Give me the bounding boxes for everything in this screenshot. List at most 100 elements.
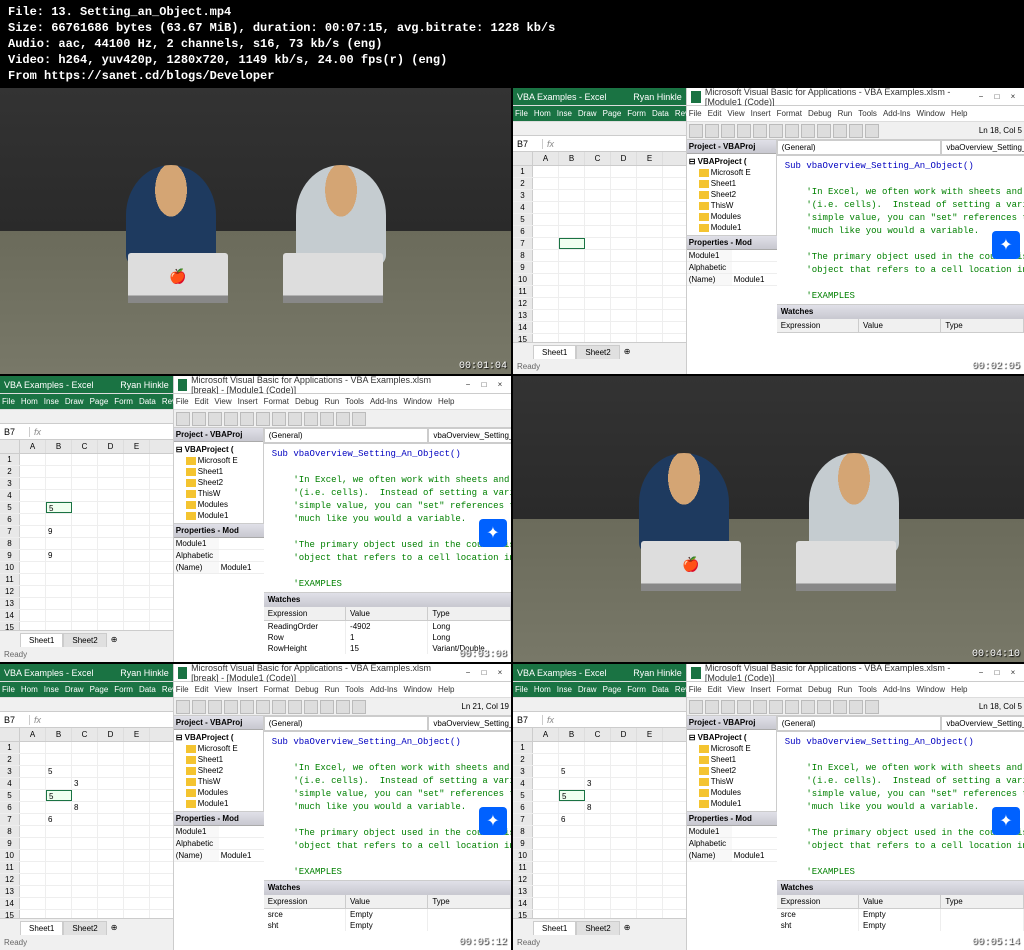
- cell-b6[interactable]: [46, 802, 72, 813]
- toolbar-button-4[interactable]: [240, 412, 254, 426]
- cell-c8[interactable]: [72, 538, 98, 549]
- cell-d5[interactable]: [611, 214, 637, 225]
- col-header-E[interactable]: E: [124, 728, 150, 741]
- row-header-5[interactable]: 5: [0, 502, 20, 513]
- row-header-4[interactable]: 4: [0, 490, 20, 501]
- toolbar-button-9[interactable]: [320, 700, 334, 714]
- toolbar-button-10[interactable]: [849, 124, 863, 138]
- cell-e4[interactable]: [637, 778, 663, 789]
- cell-b9[interactable]: [559, 262, 585, 273]
- cell-d11[interactable]: [98, 862, 124, 873]
- cell-e3[interactable]: [637, 190, 663, 201]
- sheet-tab-sheet2[interactable]: Sheet2: [576, 921, 619, 935]
- cell-d6[interactable]: [611, 226, 637, 237]
- cell-a13[interactable]: [533, 310, 559, 321]
- cell-c2[interactable]: [72, 754, 98, 765]
- cell-b5[interactable]: 5: [46, 502, 72, 513]
- cell-c15[interactable]: [585, 334, 611, 342]
- tree-item[interactable]: ThisW: [689, 776, 774, 787]
- excel-menu-data[interactable]: Data: [139, 397, 156, 406]
- toolbar-button-2[interactable]: [208, 700, 222, 714]
- vba-menu-view[interactable]: View: [727, 109, 744, 118]
- cell-d15[interactable]: [611, 334, 637, 342]
- cell-d12[interactable]: [98, 874, 124, 885]
- cell-c3[interactable]: [585, 766, 611, 777]
- cell-c15[interactable]: [72, 910, 98, 918]
- cell-e7[interactable]: [637, 238, 663, 249]
- watch-col-value[interactable]: Value: [346, 607, 428, 620]
- cell-d1[interactable]: [611, 742, 637, 753]
- procedure-dropdown[interactable]: vbaOverview_Setting_An_Object: [428, 428, 511, 443]
- maximize-button[interactable]: □: [477, 667, 491, 679]
- sheet-tab-sheet1[interactable]: Sheet1: [20, 633, 63, 647]
- toolbar-button-9[interactable]: [320, 412, 334, 426]
- row-header-7[interactable]: 7: [0, 526, 20, 537]
- cell-c6[interactable]: 8: [72, 802, 98, 813]
- cell-d10[interactable]: [611, 274, 637, 285]
- code-body[interactable]: Sub vbaOverview_Setting_An_Object() 'In …: [777, 732, 1024, 880]
- cell-a12[interactable]: [20, 874, 46, 885]
- cell-c9[interactable]: [585, 838, 611, 849]
- cell-e9[interactable]: [124, 838, 150, 849]
- row-header-2[interactable]: 2: [0, 754, 20, 765]
- cell-a1[interactable]: [20, 742, 46, 753]
- cell-b6[interactable]: [559, 802, 585, 813]
- row-header-2[interactable]: 2: [513, 178, 533, 189]
- cell-d3[interactable]: [98, 766, 124, 777]
- row-header-15[interactable]: 15: [0, 910, 20, 918]
- cell-reference[interactable]: B7: [513, 715, 543, 725]
- cell-c13[interactable]: [585, 886, 611, 897]
- watch-col-type[interactable]: Type: [941, 895, 1023, 908]
- cell-c5[interactable]: [72, 502, 98, 513]
- watch-col-expression[interactable]: Expression: [777, 319, 859, 332]
- cell-a3[interactable]: [20, 766, 46, 777]
- cell-e1[interactable]: [637, 742, 663, 753]
- cell-a7[interactable]: [20, 814, 46, 825]
- toolbar-button-2[interactable]: [721, 124, 735, 138]
- watch-col-expression[interactable]: Expression: [777, 895, 859, 908]
- cell-d15[interactable]: [611, 910, 637, 918]
- cell-e2[interactable]: [124, 466, 150, 477]
- toolbar-button-8[interactable]: [817, 124, 831, 138]
- cell-b13[interactable]: [559, 886, 585, 897]
- cell-e6[interactable]: [637, 802, 663, 813]
- cell-a1[interactable]: [533, 742, 559, 753]
- col-header-B[interactable]: B: [559, 728, 585, 741]
- cell-c4[interactable]: [585, 202, 611, 213]
- cell-c15[interactable]: [585, 910, 611, 918]
- cell-b2[interactable]: [46, 466, 72, 477]
- minimize-button[interactable]: −: [974, 91, 988, 103]
- cell-b15[interactable]: [559, 334, 585, 342]
- cell-e11[interactable]: [124, 574, 150, 585]
- vba-menu-file[interactable]: File: [689, 685, 702, 694]
- cell-e1[interactable]: [124, 742, 150, 753]
- cell-b4[interactable]: [46, 778, 72, 789]
- row-header-1[interactable]: 1: [0, 454, 20, 465]
- cell-a14[interactable]: [533, 322, 559, 333]
- close-button[interactable]: ×: [493, 667, 507, 679]
- cell-d8[interactable]: [611, 826, 637, 837]
- cell-c12[interactable]: [72, 586, 98, 597]
- vba-menu-run[interactable]: Run: [838, 685, 853, 694]
- cell-c3[interactable]: [585, 190, 611, 201]
- cell-b7[interactable]: 6: [559, 814, 585, 825]
- cell-a6[interactable]: [533, 226, 559, 237]
- excel-menu-page[interactable]: Page: [90, 397, 109, 406]
- toolbar-button-5[interactable]: [769, 124, 783, 138]
- row-header-3[interactable]: 3: [513, 766, 533, 777]
- cell-c12[interactable]: [585, 874, 611, 885]
- cell-a14[interactable]: [20, 610, 46, 621]
- watch-col-expression[interactable]: Expression: [264, 895, 346, 908]
- cell-e1[interactable]: [637, 166, 663, 177]
- cell-c14[interactable]: [585, 322, 611, 333]
- row-header-11[interactable]: 11: [513, 286, 533, 297]
- cell-e3[interactable]: [124, 766, 150, 777]
- excel-menu-inse[interactable]: Inse: [557, 685, 572, 694]
- cell-b1[interactable]: [559, 166, 585, 177]
- cell-c11[interactable]: [585, 286, 611, 297]
- dropbox-icon[interactable]: ✦: [479, 807, 507, 835]
- select-all-corner[interactable]: [513, 152, 533, 165]
- col-header-D[interactable]: D: [611, 152, 637, 165]
- cell-a9[interactable]: [533, 262, 559, 273]
- cell-c9[interactable]: [72, 550, 98, 561]
